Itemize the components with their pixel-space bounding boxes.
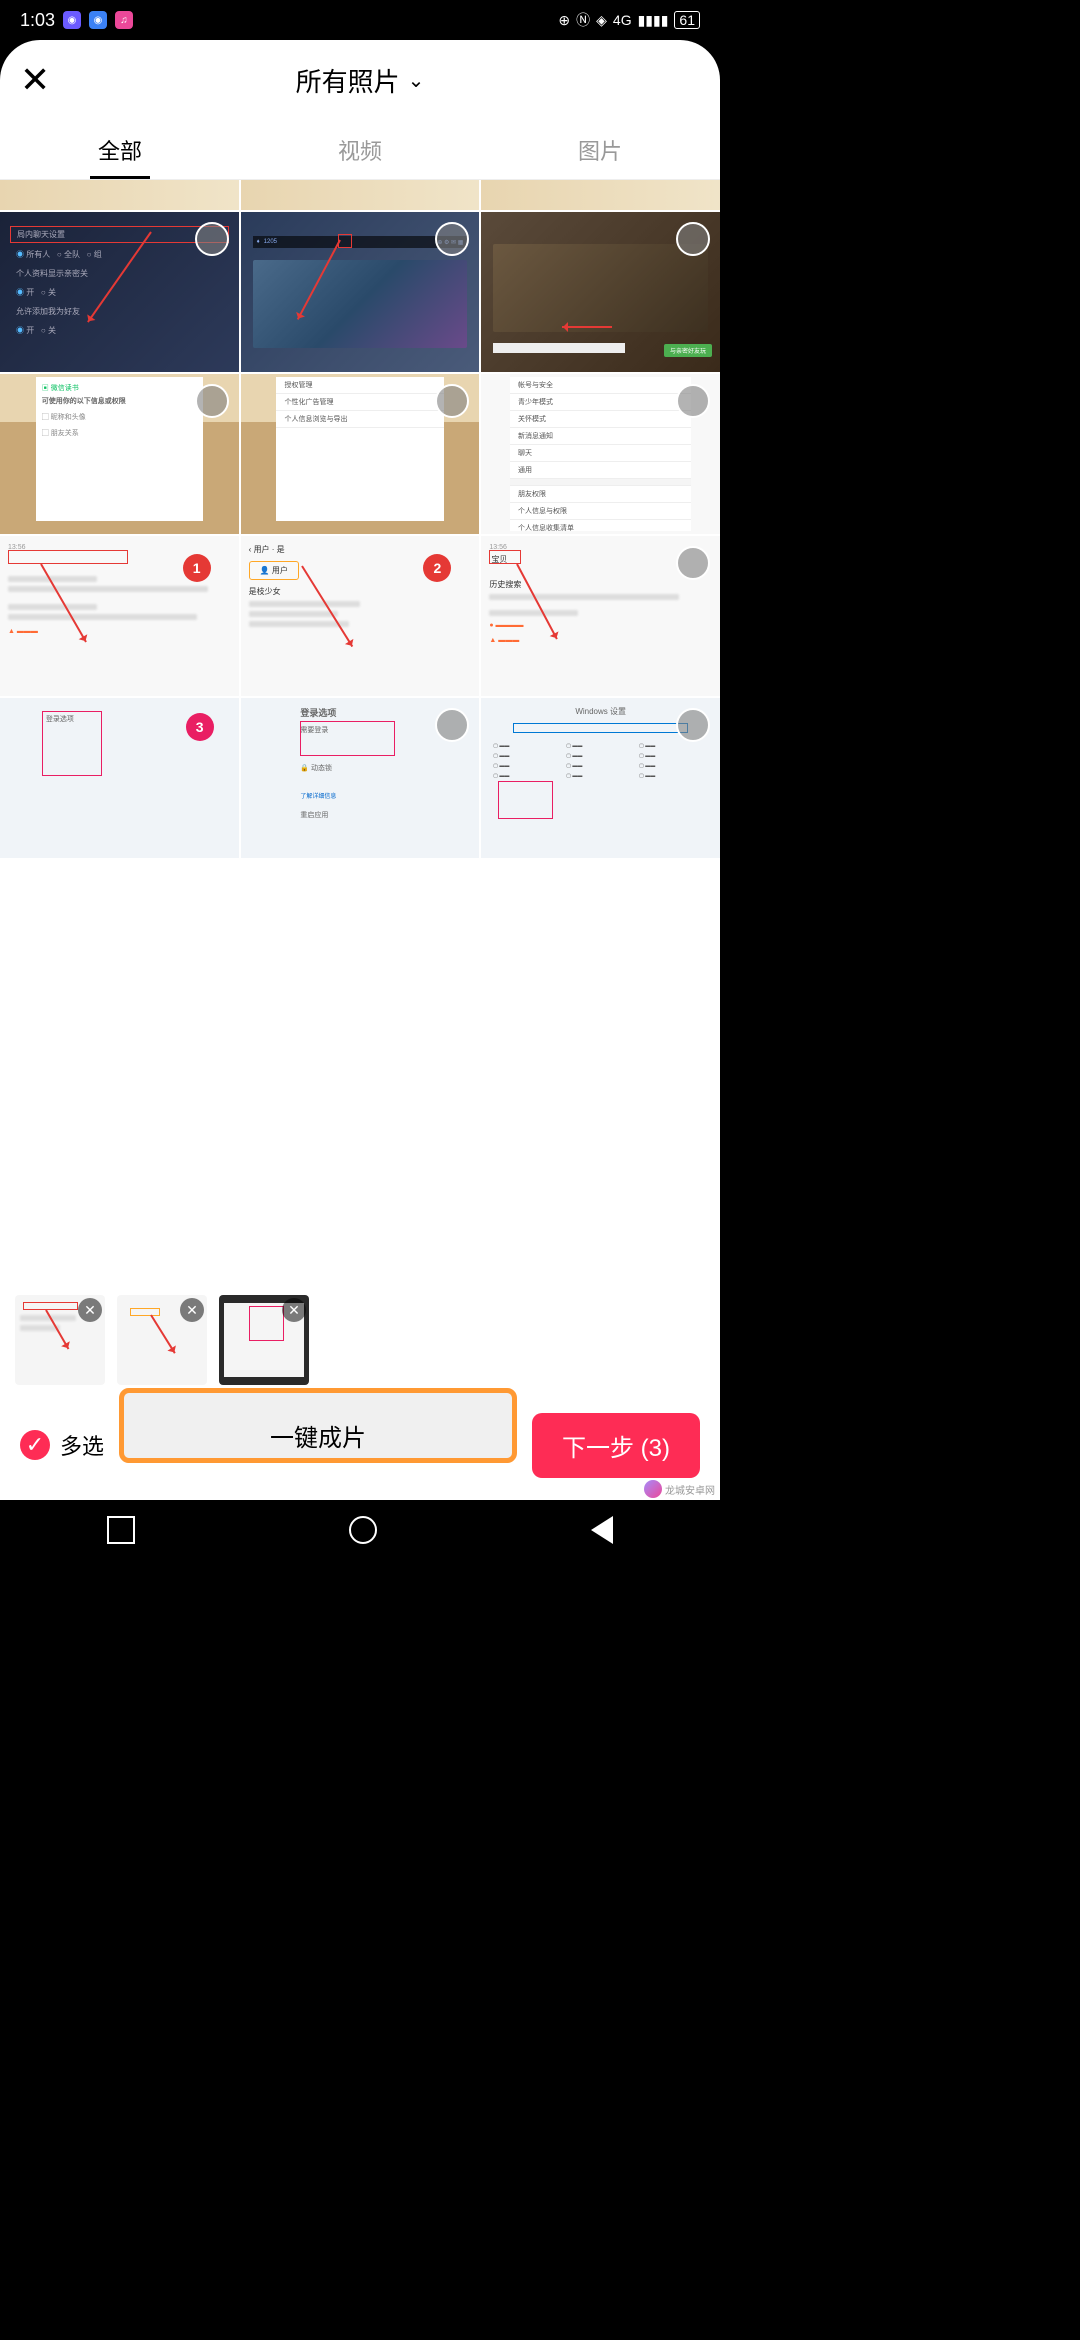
watermark-icon bbox=[644, 1480, 662, 1498]
thumb-r3-3[interactable]: 13:56 宝贝 历史搜索 ● ▬▬▬▬ ▲ ▬▬▬ bbox=[481, 536, 720, 696]
home-button[interactable] bbox=[349, 1516, 377, 1544]
select-circle[interactable] bbox=[435, 384, 469, 418]
multi-select-toggle[interactable]: ✓ 多选 bbox=[20, 1429, 104, 1461]
battery-indicator: 61 bbox=[674, 11, 700, 29]
select-circle[interactable] bbox=[676, 546, 710, 580]
thumb-r1-3[interactable]: 与亲密好友玩 bbox=[481, 212, 720, 372]
system-nav-bar bbox=[0, 1500, 720, 1560]
selected-tray: ✕ ✕ ✕ bbox=[0, 1290, 720, 1390]
thumb-r3-2[interactable]: ‹ 用户 · 是 👤 用户 是枝少女 2 bbox=[241, 536, 480, 696]
app-icon-2: ◉ bbox=[89, 11, 107, 29]
select-circle[interactable] bbox=[195, 222, 229, 256]
one-click-button[interactable]: 一键成片 bbox=[119, 1388, 517, 1463]
network-label: 4G bbox=[613, 12, 632, 28]
tray-item-2[interactable]: ✕ bbox=[117, 1295, 207, 1385]
thumb-book-1[interactable] bbox=[0, 180, 239, 210]
nfc-icon: Ⓝ bbox=[576, 10, 590, 30]
tab-image[interactable]: 图片 bbox=[480, 120, 720, 179]
thumb-book-2[interactable] bbox=[241, 180, 480, 210]
thumb-r1-1[interactable]: 局内聊天设置 ◉ 所有人 ○ 全队 ○ 组 个人资料显示亲密关 ◉ 开 ○ 关 … bbox=[0, 212, 239, 372]
filter-tabs: 全部 视频 图片 bbox=[0, 120, 720, 180]
album-selector[interactable]: 所有照片 ⌄ bbox=[296, 62, 425, 99]
back-button[interactable] bbox=[591, 1516, 613, 1544]
thumb-book-3[interactable] bbox=[481, 180, 720, 210]
thumb-r4-3[interactable]: Windows 设置 ▢ ▬▬▢ ▬▬▢ ▬▬ ▢ ▬▬▢ ▬▬▢ ▬▬ ▢ ▬… bbox=[481, 698, 720, 858]
thumb-r4-1[interactable]: 登录选项 3 bbox=[0, 698, 239, 858]
select-circle[interactable] bbox=[435, 222, 469, 256]
signal-icon: ▮▮▮▮ bbox=[638, 12, 669, 29]
watermark: 龙城安卓网 bbox=[644, 1480, 715, 1498]
recent-apps-button[interactable] bbox=[107, 1516, 135, 1544]
chevron-down-icon: ⌄ bbox=[408, 68, 425, 93]
photo-grid: 局内聊天设置 ◉ 所有人 ○ 全队 ○ 组 个人资料显示亲密关 ◉ 开 ○ 关 … bbox=[0, 180, 720, 1290]
thumb-r1-2[interactable]: ♦1205 ⊕ ⚙ ✉ ▦ bbox=[241, 212, 480, 372]
thumb-r2-1[interactable]: ▣ 微信读书 可使用你的以下信息或权限 ▢ 昵称和头像 ▢ 朋友关系 bbox=[0, 374, 239, 534]
thumb-r2-3[interactable]: 帐号与安全 青少年模式 关怀模式 新消息通知 聊天 通用 朋友权限 个人信息与权… bbox=[481, 374, 720, 534]
tab-all[interactable]: 全部 bbox=[0, 120, 240, 179]
header: ✕ 所有照片 ⌄ bbox=[0, 40, 720, 120]
next-button[interactable]: 下一步 (3) bbox=[532, 1413, 700, 1478]
close-button[interactable]: ✕ bbox=[20, 59, 50, 101]
select-circle[interactable] bbox=[676, 708, 710, 742]
bottom-bar: ✓ 多选 一键成片 下一步 (3) bbox=[0, 1390, 720, 1500]
header-title-text: 所有照片 bbox=[296, 62, 400, 99]
remove-icon[interactable]: ✕ bbox=[282, 1298, 306, 1322]
app-icon-3: ♫ bbox=[115, 11, 133, 29]
tab-video[interactable]: 视频 bbox=[240, 120, 480, 179]
select-circle[interactable] bbox=[195, 384, 229, 418]
status-bar: 1:03 ◉ ◉ ♫ ⊕ Ⓝ ◈ 4G ▮▮▮▮ 61 bbox=[0, 0, 720, 40]
tray-item-1[interactable]: ✕ bbox=[15, 1295, 105, 1385]
select-circle[interactable] bbox=[676, 384, 710, 418]
thumb-r3-1[interactable]: 13:56 ▲ ▬▬▬ 1 bbox=[0, 536, 239, 696]
check-icon: ✓ bbox=[20, 1430, 50, 1460]
app-icon-1: ◉ bbox=[63, 11, 81, 29]
vibrate-icon: ⊕ bbox=[558, 12, 570, 29]
select-circle[interactable] bbox=[676, 222, 710, 256]
tray-item-3[interactable]: ✕ bbox=[219, 1295, 309, 1385]
remove-icon[interactable]: ✕ bbox=[78, 1298, 102, 1322]
wifi-icon: ◈ bbox=[596, 12, 607, 29]
remove-icon[interactable]: ✕ bbox=[180, 1298, 204, 1322]
status-time: 1:03 bbox=[20, 10, 55, 31]
thumb-r4-2[interactable]: 登录选项 需要登录 🔒 动态锁 了解详细信息 重启应用 bbox=[241, 698, 480, 858]
thumb-r2-2[interactable]: 授权管理 个性化广告管理 个人信息浏览与导出 bbox=[241, 374, 480, 534]
